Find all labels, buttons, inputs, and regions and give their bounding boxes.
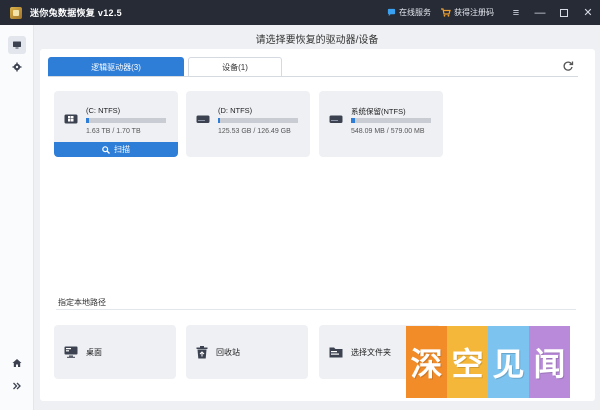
drive-name: (C: NTFS) [86,106,121,115]
title-bar: 迷你兔数据恢复 v12.5 在线服务 获得注册码 ≡ — ✕ [0,0,600,25]
recycle-bin-icon [196,345,208,358]
cart-icon [441,8,451,17]
drive-usage-fill [351,118,355,123]
watermark-char: 深 [406,326,447,398]
drive-usage-bar [86,118,166,123]
online-service-label: 在线服务 [399,8,431,17]
watermark-char: 闻 [529,326,570,398]
location-recycle-bin[interactable]: 回收站 [186,325,308,379]
monitor-icon [13,41,21,49]
refresh-icon[interactable] [562,60,574,72]
scan-label: 扫描 [114,145,130,154]
sidebar [0,25,34,410]
online-service-link[interactable]: 在线服务 [387,7,431,18]
location-label: 选择文件夹 [351,347,391,357]
drive-size: 1.63 TB / 1.70 TB [86,128,141,135]
get-code-link[interactable]: 获得注册码 [441,7,494,18]
gear-icon [12,62,22,72]
drive-usage-bar [218,118,298,123]
watermark-char: 见 [488,326,529,398]
desktop-icon [64,346,78,358]
drive-name: (D: NTFS) [218,106,253,115]
drive-card-c[interactable]: (C: NTFS) 1.63 TB / 1.70 TB 扫描 [54,91,178,157]
drive-usage-fill [218,118,220,123]
drive-icon [196,115,210,123]
maximize-icon[interactable] [552,0,576,25]
drive-windows-icon [64,114,78,124]
menu-icon[interactable]: ≡ [504,0,528,25]
sidebar-item-settings[interactable] [8,58,26,76]
drive-size: 548.09 MB / 579.00 MB [351,128,425,135]
section-divider [56,309,576,310]
app-logo-icon [10,6,22,19]
watermark-char: 空 [447,326,488,398]
tab-logical-drives[interactable]: 逻辑驱动器(3) [48,57,184,76]
home-icon [12,359,22,367]
sidebar-item-recovery[interactable] [8,36,26,54]
sidebar-item-home[interactable] [8,354,26,372]
drive-card-system-reserved[interactable]: 系统保留(NTFS) 548.09 MB / 579.00 MB [319,91,443,157]
drive-card-d[interactable]: (D: NTFS) 125.53 GB / 126.49 GB [186,91,310,157]
location-desktop[interactable]: 桌面 [54,325,176,379]
section-title: 指定本地路径 [58,298,106,307]
folder-icon [329,347,343,358]
tab-bar: 逻辑驱动器(3) 设备(1) [48,57,286,76]
location-label: 桌面 [86,347,102,357]
watermark: 深 空 见 闻 [406,326,570,398]
tab-divider [48,76,578,77]
tab-devices[interactable]: 设备(1) [188,57,282,76]
search-icon [102,145,110,154]
app-title: 迷你兔数据恢复 v12.5 [30,8,122,18]
drive-usage-bar [351,118,431,123]
drive-icon [329,115,343,123]
drive-size: 125.53 GB / 126.49 GB [218,128,291,135]
drive-name: 系统保留(NTFS) [351,107,406,116]
sidebar-expand[interactable] [8,377,26,395]
page-title: 请选择要恢复的驱动器/设备 [255,35,379,46]
minimize-icon[interactable]: — [528,0,552,25]
get-code-label: 获得注册码 [454,8,494,17]
drive-usage-fill [86,118,90,123]
chat-icon [387,8,396,17]
scan-button[interactable]: 扫描 [54,142,178,157]
close-icon[interactable]: ✕ [576,0,600,25]
drives-panel [40,49,595,304]
location-label: 回收站 [216,347,240,357]
double-chevron-right-icon [13,382,21,390]
